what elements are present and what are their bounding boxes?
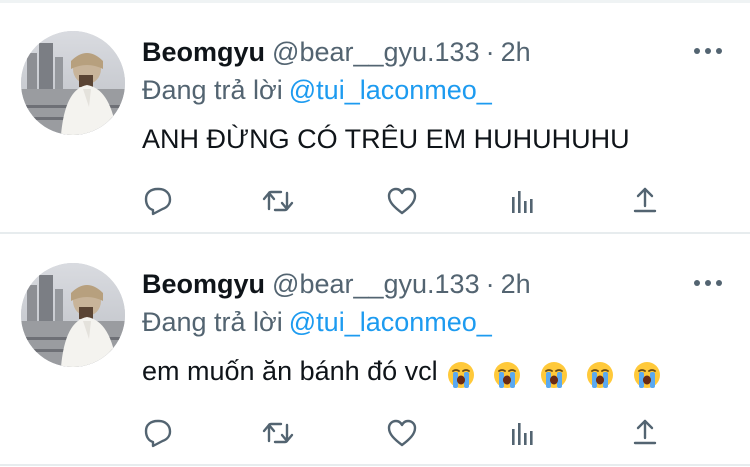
separator-dot: ·: [485, 269, 495, 299]
more-options-icon[interactable]: [692, 275, 724, 291]
retweet-icon: [262, 422, 294, 444]
display-name[interactable]: Beomgyu: [142, 269, 265, 299]
avatar[interactable]: [21, 263, 125, 367]
replying-to-label: Đang trả lời: [142, 75, 283, 105]
reply-icon: [144, 419, 172, 448]
share-icon: [633, 187, 657, 213]
loudly-crying-face-icon: [540, 361, 567, 388]
like-button[interactable]: [384, 183, 420, 219]
emoji-row: [446, 353, 671, 393]
tweet-text: ANH ĐỪNG CÓ TRÊU EM HUHUHUHU: [142, 119, 630, 159]
replying-to: Đang trả lời @tui_laconmeo_: [142, 73, 492, 107]
views-icon: [512, 423, 533, 445]
views-button[interactable]: [506, 415, 542, 451]
tweet-divider: [0, 464, 750, 466]
like-icon: [387, 419, 417, 447]
timestamp[interactable]: 2h: [501, 37, 531, 67]
share-button[interactable]: [627, 183, 663, 219]
tweet-header: Beomgyu @bear__gyu.133 · 2h: [142, 35, 531, 69]
tweet-text: em muốn ăn bánh đó vcl: [142, 351, 671, 391]
tweet-divider: [0, 232, 750, 234]
share-button[interactable]: [627, 415, 663, 451]
reply-target-link[interactable]: @tui_laconmeo_: [289, 75, 492, 105]
tweet-header: Beomgyu @bear__gyu.133 · 2h: [142, 267, 531, 301]
retweet-button[interactable]: [260, 183, 296, 219]
avatar[interactable]: [21, 31, 125, 135]
separator-dot: ·: [485, 37, 495, 67]
reply-target-link[interactable]: @tui_laconmeo_: [289, 307, 492, 337]
display-name[interactable]: Beomgyu: [142, 37, 265, 67]
replying-to-label: Đang trả lời: [142, 307, 283, 337]
tweet[interactable]: Beomgyu @bear__gyu.133 · 2h Đang trả lời @tu…: [0, 3, 750, 232]
more-options-icon[interactable]: [692, 43, 724, 59]
tweet-text-content: em muốn ăn bánh đó vcl: [142, 356, 438, 386]
replying-to: Đang trả lời @tui_laconmeo_: [142, 305, 492, 339]
reply-button[interactable]: [140, 183, 176, 219]
tweet-text-content: ANH ĐỪNG CÓ TRÊU EM HUHUHUHU: [142, 124, 630, 154]
retweet-button[interactable]: [260, 415, 296, 451]
views-button[interactable]: [506, 183, 542, 219]
views-icon: [512, 191, 533, 213]
like-icon: [387, 187, 417, 215]
loudly-crying-face-icon: [587, 361, 614, 388]
reply-icon: [144, 187, 172, 216]
user-handle[interactable]: @bear__gyu.133: [272, 37, 480, 67]
retweet-icon: [262, 190, 294, 212]
reply-button[interactable]: [140, 415, 176, 451]
user-handle[interactable]: @bear__gyu.133: [272, 269, 480, 299]
loudly-crying-face-icon: [494, 361, 521, 388]
loudly-crying-face-icon: [633, 361, 660, 388]
tweet-feed: Beomgyu @bear__gyu.133 · 2h Đang trả lời @tu…: [0, 0, 750, 467]
timestamp[interactable]: 2h: [501, 269, 531, 299]
tweet[interactable]: Beomgyu @bear__gyu.133 · 2h Đang trả lời @tu…: [0, 235, 750, 464]
loudly-crying-face-icon: [447, 361, 474, 388]
like-button[interactable]: [384, 415, 420, 451]
share-icon: [633, 419, 657, 445]
